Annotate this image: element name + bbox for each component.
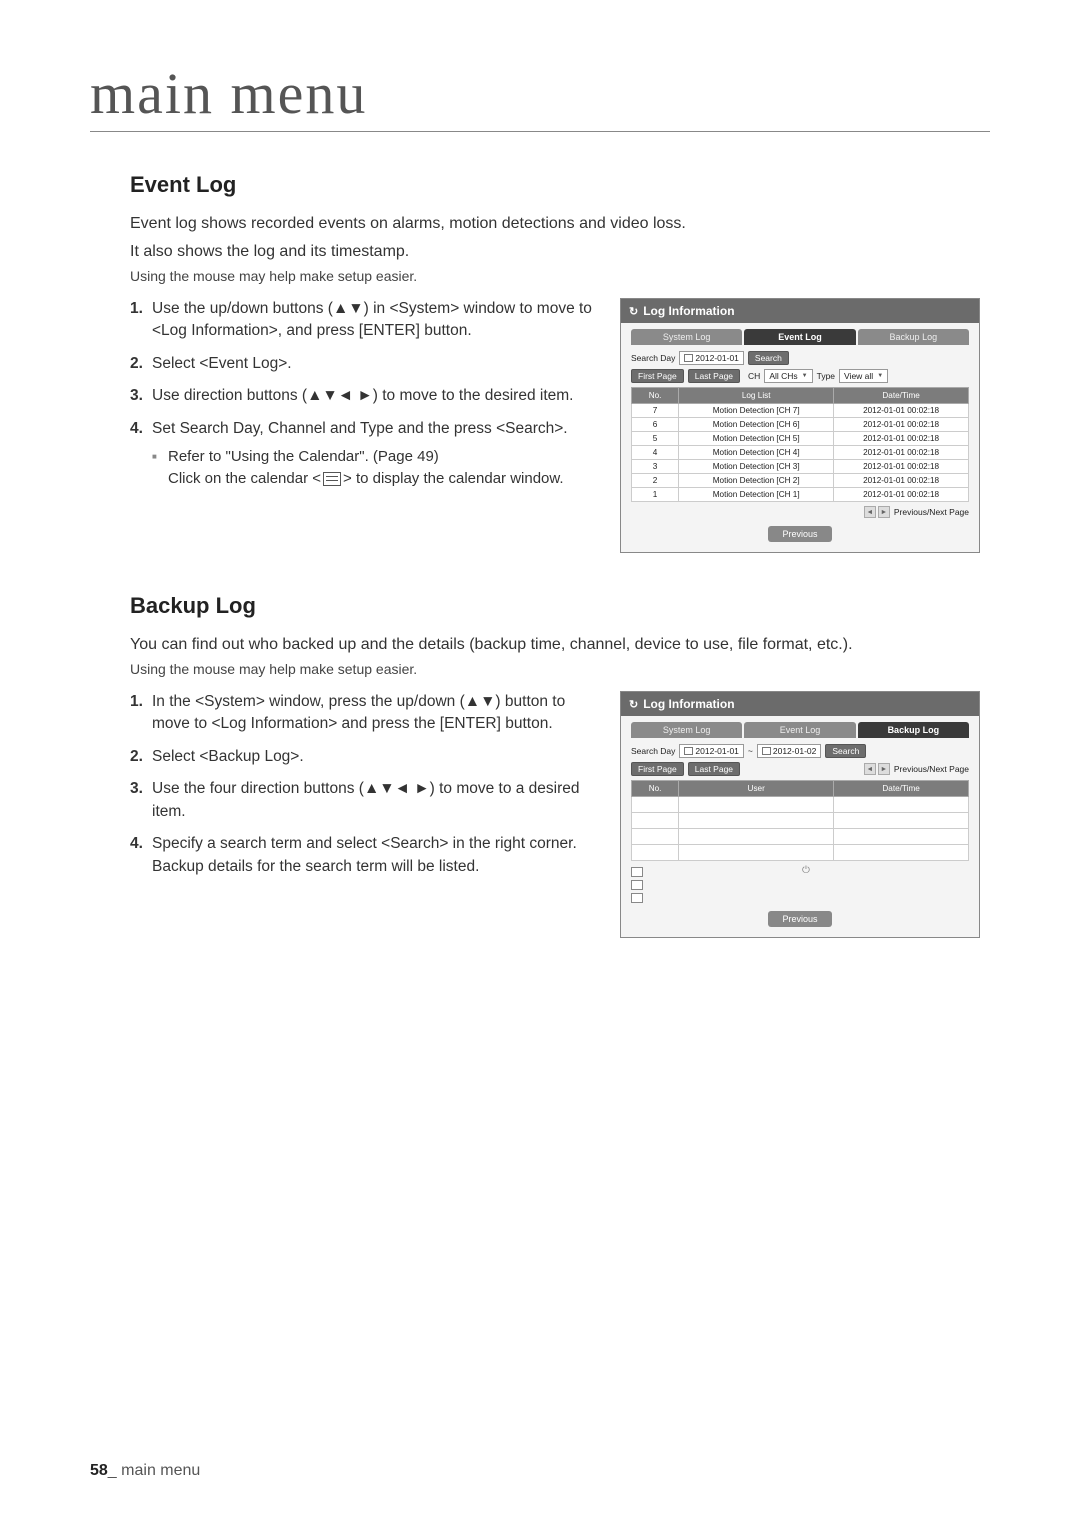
event-log-mouse-note: Using the mouse may help make setup easi… bbox=[130, 268, 980, 284]
tab-system-log[interactable]: System Log bbox=[631, 722, 742, 738]
search-button[interactable]: Search bbox=[748, 351, 789, 365]
event-log-panel: Log Information System Log Event Log Bac… bbox=[620, 298, 980, 553]
export-icon[interactable] bbox=[631, 867, 643, 877]
label-search-day: Search Day bbox=[631, 746, 675, 756]
prev-icon[interactable]: ◄ bbox=[864, 763, 876, 775]
label-search-day: Search Day bbox=[631, 353, 675, 363]
backup-log-step-4a: Specify a search term and select <Search… bbox=[152, 835, 577, 852]
panel-title: Log Information bbox=[621, 692, 979, 716]
next-icon[interactable]: ► bbox=[878, 506, 890, 518]
table-row: 3Motion Detection [CH 3]2012-01-01 00:02… bbox=[632, 460, 969, 474]
backup-log-step-3: Use the four direction buttons (▲▼◄ ►) t… bbox=[130, 778, 600, 823]
label-ch: CH bbox=[748, 371, 760, 381]
page-number: 58 bbox=[90, 1462, 108, 1479]
page-title: main menu bbox=[90, 60, 990, 132]
event-log-intro-2: It also shows the log and its timestamp. bbox=[130, 240, 980, 264]
col-no: No. bbox=[632, 781, 679, 797]
footer-label: main menu bbox=[121, 1462, 200, 1479]
event-log-step-1: Use the up/down buttons (▲▼) in <System>… bbox=[130, 298, 600, 343]
table-row bbox=[632, 813, 969, 829]
channel-dropdown[interactable]: All CHs bbox=[764, 369, 812, 383]
backup-log-mouse-note: Using the mouse may help make setup easi… bbox=[130, 661, 980, 677]
table-row: 5Motion Detection [CH 5]2012-01-01 00:02… bbox=[632, 432, 969, 446]
event-log-step-3: Use direction buttons (▲▼◄ ►) to move to… bbox=[130, 385, 600, 407]
label-type: Type bbox=[817, 371, 835, 381]
prev-icon[interactable]: ◄ bbox=[864, 506, 876, 518]
col-no: No. bbox=[632, 388, 679, 404]
backup-log-step-4: Specify a search term and select <Search… bbox=[130, 833, 600, 878]
date-from-field[interactable]: 2012-01-01 bbox=[679, 744, 743, 758]
calendar-icon bbox=[684, 747, 693, 755]
table-row: 6Motion Detection [CH 6]2012-01-01 00:02… bbox=[632, 418, 969, 432]
event-log-step-2: Select <Event Log>. bbox=[130, 353, 600, 375]
page-footer: 58_ main menu bbox=[90, 1462, 200, 1480]
backup-log-table: No. User Date/Time bbox=[631, 780, 969, 861]
previous-button[interactable]: Previous bbox=[768, 911, 831, 927]
panel-title: Log Information bbox=[621, 299, 979, 323]
nav-chips[interactable]: ◄ ► bbox=[864, 506, 890, 518]
col-user: User bbox=[679, 781, 834, 797]
col-loglist: Log List bbox=[679, 388, 834, 404]
power-icon: ⏻ bbox=[802, 865, 810, 876]
backup-log-heading: Backup Log bbox=[130, 593, 980, 619]
backup-log-step-1: In the <System> window, press the up/dow… bbox=[130, 691, 600, 736]
label-prev-next: Previous/Next Page bbox=[894, 507, 969, 517]
event-log-note-a: Refer to "Using the Calendar". (Page 49) bbox=[168, 448, 439, 465]
print-icon[interactable] bbox=[631, 893, 643, 903]
first-page-button[interactable]: First Page bbox=[631, 762, 684, 776]
table-row bbox=[632, 845, 969, 861]
table-row: 1Motion Detection [CH 1]2012-01-01 00:02… bbox=[632, 488, 969, 502]
label-prev-next: Previous/Next Page bbox=[894, 764, 969, 774]
event-log-table: No. Log List Date/Time 7Motion Detection… bbox=[631, 387, 969, 502]
backup-log-panel: Log Information System Log Event Log Bac… bbox=[620, 691, 980, 938]
tab-backup-log[interactable]: Backup Log bbox=[858, 722, 969, 738]
calendar-icon bbox=[762, 747, 771, 755]
tab-backup-log[interactable]: Backup Log bbox=[858, 329, 969, 345]
backup-log-step-2: Select <Backup Log>. bbox=[130, 746, 600, 768]
col-datetime: Date/Time bbox=[834, 781, 969, 797]
calendar-icon bbox=[684, 354, 693, 362]
event-log-note-b-suffix: > to display the calendar window. bbox=[343, 470, 564, 487]
search-button[interactable]: Search bbox=[825, 744, 866, 758]
event-log-note-b-prefix: Click on the calendar < bbox=[168, 470, 321, 487]
tab-event-log[interactable]: Event Log bbox=[744, 329, 855, 345]
first-page-button[interactable]: First Page bbox=[631, 369, 684, 383]
range-separator: ~ bbox=[748, 746, 753, 756]
next-icon[interactable]: ► bbox=[878, 763, 890, 775]
type-dropdown[interactable]: View all bbox=[839, 369, 888, 383]
table-row: 2Motion Detection [CH 2]2012-01-01 00:02… bbox=[632, 474, 969, 488]
date-to-field[interactable]: 2012-01-02 bbox=[757, 744, 821, 758]
tab-event-log[interactable]: Event Log bbox=[744, 722, 855, 738]
calendar-icon bbox=[323, 472, 341, 486]
device-icon[interactable] bbox=[631, 880, 643, 890]
table-row: 7Motion Detection [CH 7]2012-01-01 00:02… bbox=[632, 404, 969, 418]
backup-log-step-4b: Backup details for the search term will … bbox=[152, 858, 479, 875]
table-row: 4Motion Detection [CH 4]2012-01-01 00:02… bbox=[632, 446, 969, 460]
backup-log-intro: You can find out who backed up and the d… bbox=[130, 633, 980, 657]
date-field[interactable]: 2012-01-01 bbox=[679, 351, 743, 365]
event-log-step-4: Set Search Day, Channel and Type and the… bbox=[130, 418, 600, 490]
previous-button[interactable]: Previous bbox=[768, 526, 831, 542]
event-log-step-4-text: Set Search Day, Channel and Type and the… bbox=[152, 420, 568, 437]
event-log-heading: Event Log bbox=[130, 172, 980, 198]
table-row bbox=[632, 829, 969, 845]
event-log-intro-1: Event log shows recorded events on alarm… bbox=[130, 212, 980, 236]
nav-chips[interactable]: ◄ ► bbox=[864, 763, 890, 775]
last-page-button[interactable]: Last Page bbox=[688, 369, 740, 383]
col-datetime: Date/Time bbox=[834, 388, 969, 404]
tab-system-log[interactable]: System Log bbox=[631, 329, 742, 345]
last-page-button[interactable]: Last Page bbox=[688, 762, 740, 776]
table-row bbox=[632, 797, 969, 813]
